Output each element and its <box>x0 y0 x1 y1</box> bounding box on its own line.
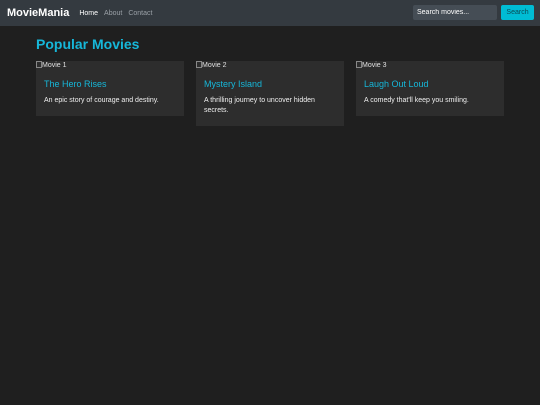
nav-link-contact[interactable]: Contact <box>128 10 152 17</box>
search-button[interactable]: Search <box>501 5 534 20</box>
movie-description: An epic story of courage and destiny. <box>44 97 159 104</box>
search-input[interactable] <box>413 5 497 20</box>
movie-poster-image: Movie 3 <box>356 61 504 71</box>
movie-poster-image: Movie 2 <box>196 61 344 71</box>
search-form: Search <box>413 5 534 20</box>
nav-link-about[interactable]: About <box>104 10 122 17</box>
movie-poster-image: Movie 1 <box>36 61 184 71</box>
movie-description: A thrilling journey to uncover hidden se… <box>204 97 315 114</box>
brand-logo[interactable]: MovieMania <box>7 7 69 19</box>
movie-card[interactable]: Movie 2 Mystery Island A thrilling journ… <box>196 61 344 126</box>
movie-poster-alt: Movie 2 <box>202 62 227 69</box>
movie-card[interactable]: Movie 3 Laugh Out Loud A comedy that'll … <box>356 61 504 116</box>
navbar: MovieMania Home About Contact Search <box>0 0 540 26</box>
movie-title[interactable]: Mystery Island <box>204 79 344 89</box>
page-title: Popular Movies <box>36 36 140 52</box>
movie-poster-alt: Movie 1 <box>42 62 67 69</box>
nav-links: Home About Contact <box>79 10 158 17</box>
movie-poster-alt: Movie 3 <box>362 62 387 69</box>
movie-title[interactable]: Laugh Out Loud <box>364 79 504 89</box>
movie-title[interactable]: The Hero Rises <box>44 79 184 89</box>
nav-link-home[interactable]: Home <box>79 10 98 17</box>
movie-card[interactable]: Movie 1 The Hero Rises An epic story of … <box>36 61 184 116</box>
movie-description: A comedy that'll keep you smiling. <box>364 97 469 104</box>
